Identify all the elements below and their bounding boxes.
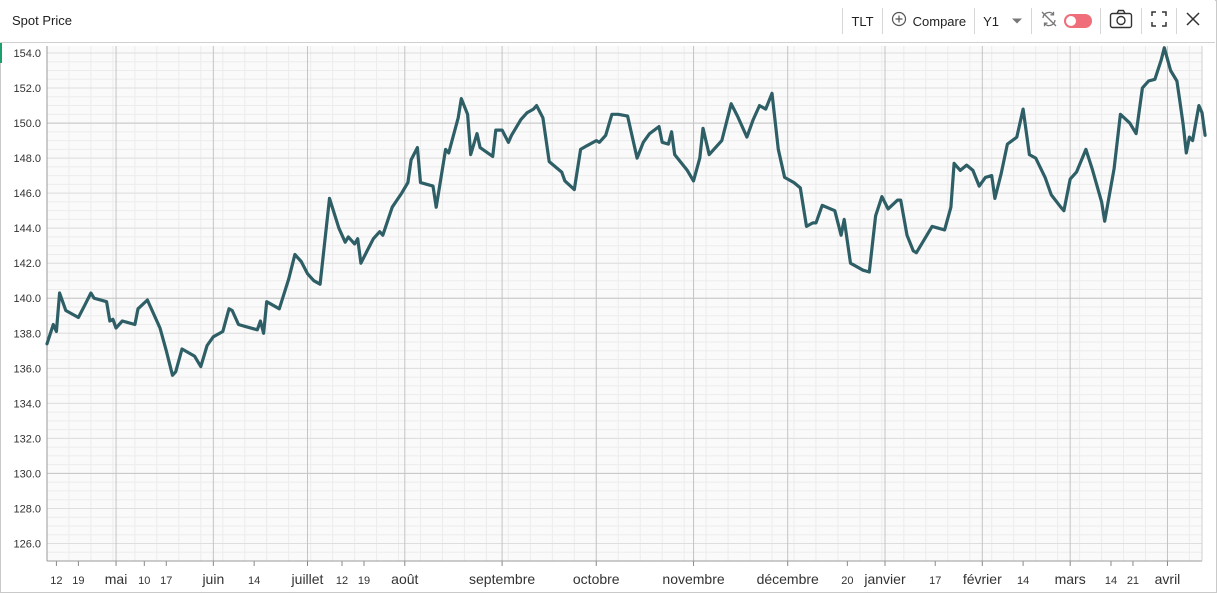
- x-tick-label: 21: [1127, 575, 1139, 587]
- x-tick-label: juillet: [291, 571, 324, 587]
- y-tick-label: 146.0: [13, 188, 41, 200]
- x-tick-label: décembre: [757, 571, 819, 587]
- x-tick-label: 19: [358, 575, 370, 587]
- x-tick-label: 17: [929, 575, 941, 587]
- x-tick-label: février: [963, 571, 1002, 587]
- x-tick-label: 10: [138, 575, 150, 587]
- x-tick-label: août: [391, 571, 418, 587]
- x-tick-label: mars: [1055, 571, 1086, 587]
- y-tick-label: 138.0: [13, 328, 41, 340]
- y-tick-label: 134.0: [13, 398, 41, 410]
- x-tick-label: 19: [72, 575, 84, 587]
- y-tick-label: 136.0: [13, 363, 41, 375]
- y-tick-label: 126.0: [13, 538, 41, 550]
- x-tick-label: 12: [50, 575, 62, 587]
- x-tick-label: 14: [248, 575, 260, 587]
- y-tick-label: 154.0: [13, 48, 41, 60]
- y-tick-label: 128.0: [13, 503, 41, 515]
- x-tick-label: novembre: [662, 571, 724, 587]
- y-tick-label: 130.0: [13, 468, 41, 480]
- chart-canvas: 126.0 128.0 130.0 132.0 134.0 136.0 138.0 140.0…: [13, 46, 1207, 587]
- y-tick-label: 152.0: [13, 83, 41, 95]
- x-tick-label: octobre: [573, 571, 620, 587]
- y-tick-label: 132.0: [13, 433, 41, 445]
- y-tick-label: 148.0: [13, 153, 41, 165]
- x-tick-label: 14: [1105, 575, 1117, 587]
- x-tick-label: avril: [1155, 571, 1181, 587]
- x-tick-label: 12: [336, 575, 348, 587]
- x-tick-label: 14: [1017, 575, 1029, 587]
- y-tick-label: 142.0: [13, 258, 41, 270]
- y-tick-label: 150.0: [13, 118, 41, 130]
- x-tick-label: 20: [841, 575, 853, 587]
- x-tick-label: septembre: [469, 571, 535, 587]
- y-tick-label: 140.0: [13, 293, 41, 305]
- x-tick-label: janvier: [863, 571, 906, 587]
- x-tick-label: 17: [160, 575, 172, 587]
- x-tick-label: juin: [201, 571, 224, 587]
- x-tick-label: mai: [105, 571, 128, 587]
- y-tick-label: 144.0: [13, 223, 41, 235]
